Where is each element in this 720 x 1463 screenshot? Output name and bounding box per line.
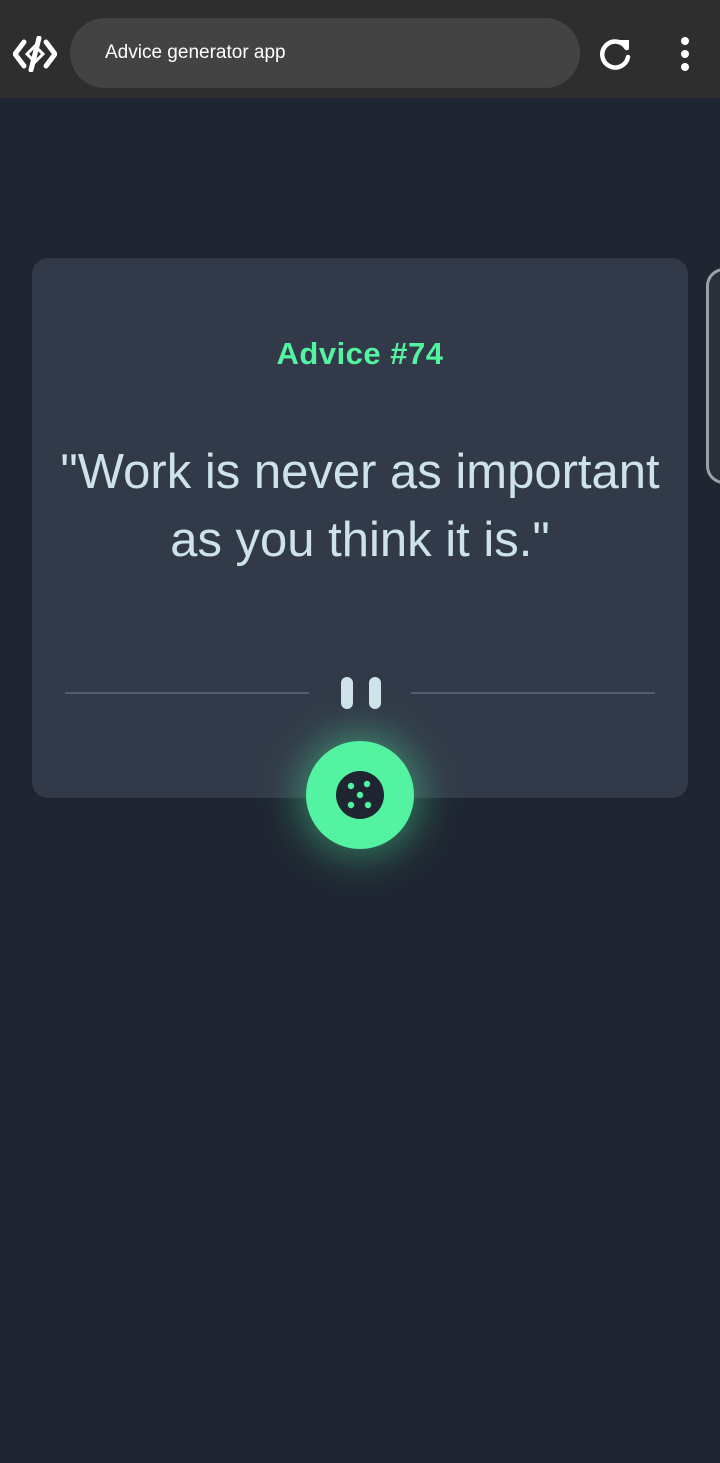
side-panel-edge[interactable] (706, 268, 720, 484)
pause-bar-right (369, 677, 381, 709)
reload-icon[interactable] (596, 36, 634, 74)
divider-line-left (65, 692, 309, 694)
address-bar-text: Advice generator app (105, 42, 286, 63)
pause-bar-left (341, 677, 353, 709)
more-vert-icon[interactable] (670, 36, 700, 72)
generate-advice-button[interactable] (306, 741, 414, 849)
address-bar[interactable]: Advice generator app (70, 18, 580, 88)
browser-toolbar: Advice generator app (0, 0, 720, 98)
divider-line-right (411, 692, 655, 694)
code-brackets-icon[interactable] (13, 36, 57, 72)
dice-icon (336, 771, 384, 819)
advice-id-label: Advice #74 (276, 336, 444, 371)
advice-quote: "Work is never as important as you think… (60, 445, 660, 567)
